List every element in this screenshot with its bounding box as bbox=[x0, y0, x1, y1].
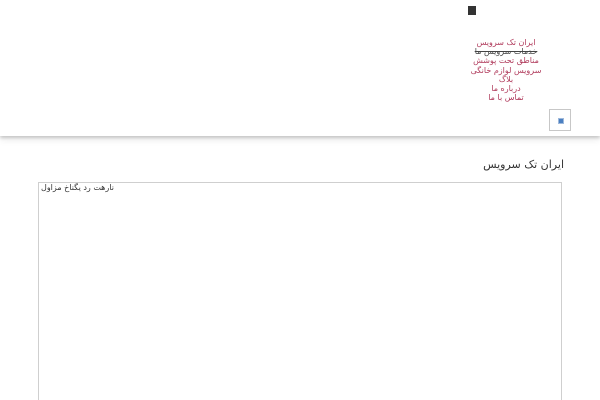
menu-toggle-button[interactable] bbox=[549, 109, 571, 131]
menu-icon bbox=[558, 118, 564, 124]
nav-item-about[interactable]: درباره ما bbox=[446, 84, 566, 93]
nav-item-services[interactable]: خدمات سرویس ما bbox=[446, 47, 566, 56]
nav-item-home[interactable]: ایران تک سرویس bbox=[446, 38, 566, 47]
content-text: نارهت رد یگناخ مزاول bbox=[41, 183, 114, 192]
page: ایران تک سرویس خدمات سرویس ما مناطق تحت … bbox=[0, 0, 600, 400]
site-header: ایران تک سرویس خدمات سرویس ما مناطق تحت … bbox=[0, 0, 600, 136]
nav-item-blog[interactable]: بلاگ bbox=[446, 75, 566, 84]
nav-item-coverage-areas[interactable]: مناطق تحت پوشش bbox=[446, 56, 566, 65]
page-title: ایران تک سرویس bbox=[483, 158, 564, 171]
top-square-icon bbox=[468, 6, 476, 15]
main-nav: ایران تک سرویس خدمات سرویس ما مناطق تحت … bbox=[446, 38, 566, 102]
content-frame: نارهت رد یگناخ مزاول bbox=[38, 182, 562, 400]
nav-item-appliance-service[interactable]: سرویس لوازم خانگی bbox=[446, 66, 566, 75]
nav-item-contact[interactable]: تماس با ما bbox=[446, 93, 566, 102]
